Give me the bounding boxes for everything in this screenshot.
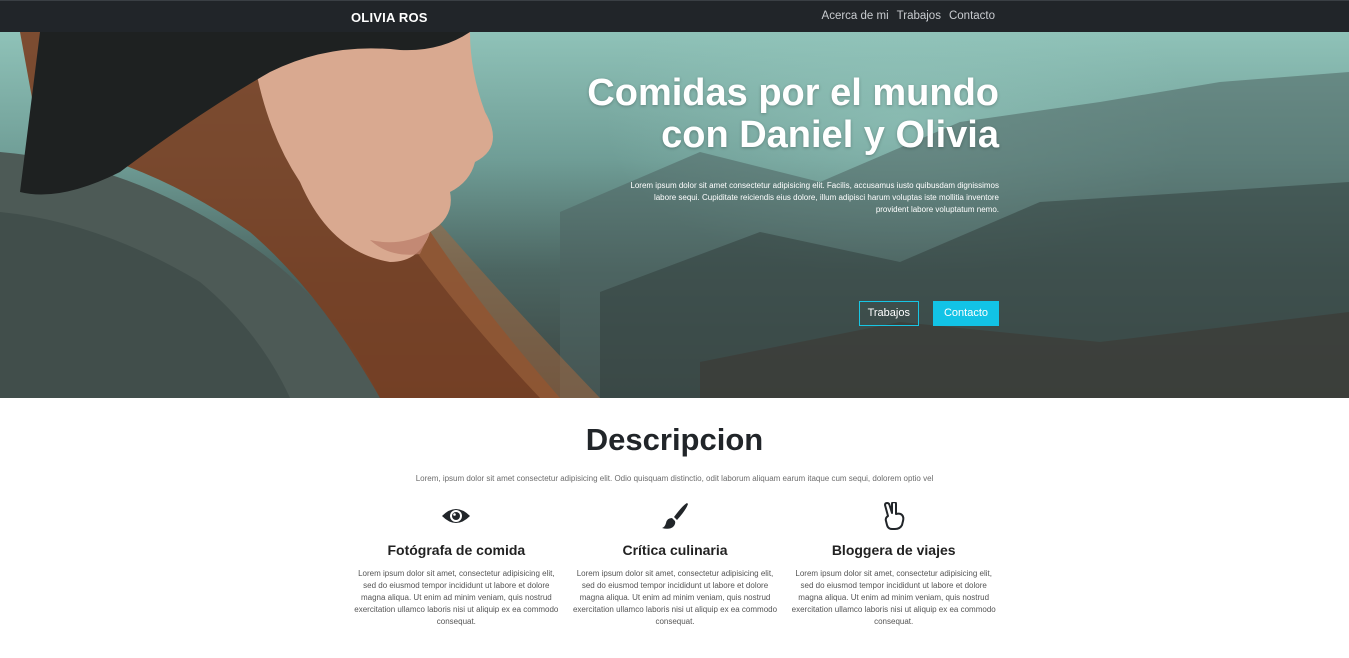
description-title: Descripcion [585, 422, 764, 457]
hero-title: Comidas por el mundo con Daniel y Olivia [587, 72, 999, 156]
feature-text: Lorem ipsum dolor sit amet, consectetur … [791, 569, 996, 626]
features-row: Fotógrafa de comida Lorem ipsum dolor si… [347, 500, 1003, 628]
hero-content: Comidas por el mundo con Daniel y Olivia… [579, 72, 999, 326]
navbar: OLIVIA ROS Acerca de mi Trabajos Contact… [0, 0, 1349, 32]
paint-brush-icon [566, 500, 785, 532]
contacto-button[interactable]: Contacto [932, 301, 999, 326]
feature-text: Lorem ipsum dolor sit amet, consectetur … [572, 569, 778, 626]
peace-hand-icon [784, 500, 1003, 532]
nav-links: Acerca de mi Trabajos Contacto [822, 10, 995, 22]
trabajos-button[interactable]: Trabajos [858, 301, 919, 326]
feature-text: Lorem ipsum dolor sit amet, consectetur … [354, 569, 559, 626]
eye-icon [347, 500, 566, 532]
nav-link-contacto[interactable]: Contacto [949, 10, 995, 22]
nav-link-trabajos[interactable]: Trabajos [897, 10, 941, 22]
feature-title: Bloggera de viajes [831, 542, 956, 558]
hero-buttons: Trabajos Contacto [858, 301, 999, 326]
brand-logo[interactable]: OLIVIA ROS [351, 10, 428, 25]
feature-card: Crítica culinaria Lorem ipsum dolor sit … [566, 500, 785, 628]
feature-title: Fotógrafa de comida [387, 542, 526, 558]
hero-section: Comidas por el mundo con Daniel y Olivia… [0, 32, 1349, 398]
feature-card: Fotógrafa de comida Lorem ipsum dolor si… [347, 500, 566, 628]
nav-link-acerca[interactable]: Acerca de mi [822, 10, 889, 22]
description-subtitle: Lorem, ipsum dolor sit amet consectetur … [415, 474, 934, 483]
hero-text: Lorem ipsum dolor sit amet consectetur a… [630, 181, 999, 214]
feature-title: Crítica culinaria [622, 542, 728, 558]
feature-card: Bloggera de viajes Lorem ipsum dolor sit… [784, 500, 1003, 628]
